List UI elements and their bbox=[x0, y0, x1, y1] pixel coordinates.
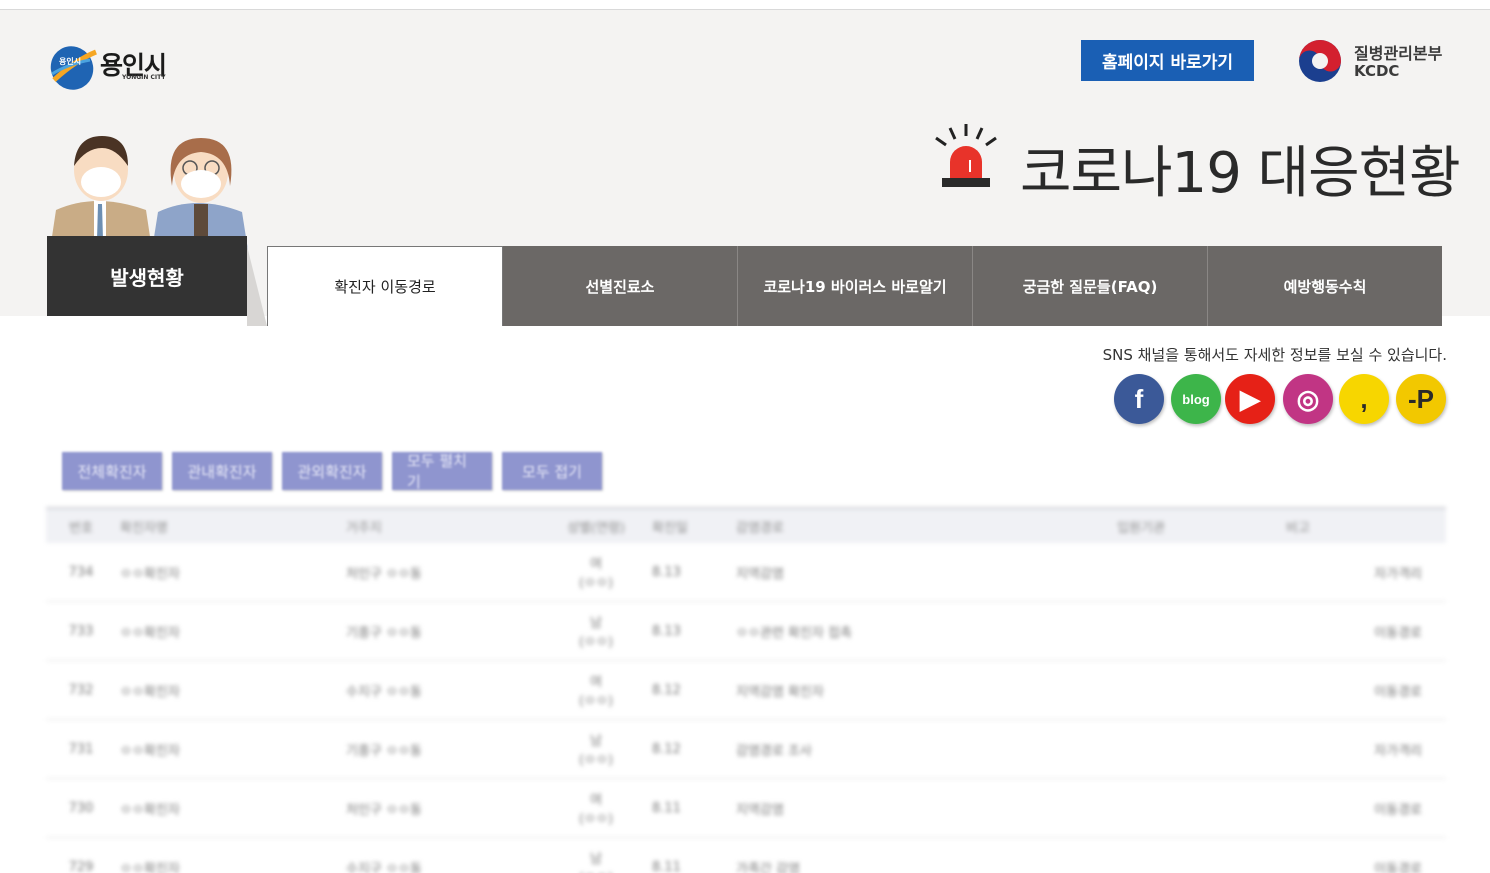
column-header[interactable]: 입원기관 bbox=[1026, 517, 1256, 536]
table-cell: ㅇㅇ확진자 bbox=[120, 684, 180, 700]
filter-button-4[interactable]: 모두 펼치기 bbox=[392, 452, 492, 491]
table-cell: 8.13 bbox=[652, 564, 681, 580]
kakaopage-icon[interactable]: -P bbox=[1396, 374, 1446, 424]
table-cell: 733 bbox=[68, 623, 94, 639]
table-cell: 732 bbox=[68, 682, 94, 698]
column-header[interactable]: 감염경로 bbox=[716, 517, 1026, 536]
table-cell: ㅇㅇ확진자 bbox=[120, 802, 180, 818]
table-cell: 지역감염 bbox=[736, 802, 784, 818]
filter-button-3[interactable]: 관외확진자 bbox=[282, 452, 382, 490]
tab-5[interactable]: 예방행동수칙 bbox=[1208, 246, 1442, 326]
table-row[interactable]: 730 ㅇㅇ확진자 처인구 ㅇㅇ동 여 (ㅇㅇ) 8.11 지역감염 이동경로 bbox=[46, 779, 1446, 838]
tab-4[interactable]: 궁금한 질문들(FAQ) bbox=[973, 246, 1208, 326]
table-cell: 여 (ㅇㅇ) bbox=[578, 557, 614, 591]
confirmed-cases-table: 번호 확진자명 거주지 성별(연령) 확진일 감염경로 입원기관 비고 734 ㅇㅇ확진자 처인구… bbox=[46, 507, 1446, 873]
filter-button-row: 전체확진자 관내확진자 관외확진자 모두 펼치기 모두 접기 bbox=[62, 452, 602, 491]
instagram-glyph: ◎ bbox=[1296, 383, 1320, 414]
kakaostory-glyph: , bbox=[1360, 383, 1368, 414]
browser-top-border bbox=[0, 0, 1490, 10]
facebook-glyph: f bbox=[1134, 383, 1144, 414]
filter-button-5[interactable]: 모두 접기 bbox=[502, 452, 602, 490]
logo-badge-text: 용인시 bbox=[59, 57, 82, 66]
table-cell: 지역감염 bbox=[736, 566, 784, 582]
table-header: 번호 확진자명 거주지 성별(연령) 확진일 감염경로 입원기관 비고 bbox=[46, 507, 1446, 543]
table-cell: 이동경로 bbox=[1374, 861, 1422, 873]
table-cell: 처인구 ㅇㅇ동 bbox=[346, 566, 422, 582]
table-cell: 8.12 bbox=[652, 682, 681, 698]
logo-subtext: YONGIN CITY bbox=[122, 74, 166, 81]
column-header[interactable]: 거주지 bbox=[336, 517, 556, 536]
table-cell: 여 (ㅇㅇ) bbox=[578, 675, 614, 709]
table-cell: 수지구 ㅇㅇ동 bbox=[346, 684, 422, 700]
table-cell: ㅇㅇ확진자 bbox=[120, 625, 180, 641]
table-cell: 기흥구 ㅇㅇ동 bbox=[346, 743, 422, 759]
table-row[interactable]: 733 ㅇㅇ확진자 기흥구 ㅇㅇ동 남 (ㅇㅇ) 8.13 ㅇㅇ관련 확진자 접촉 이동경로 bbox=[46, 602, 1446, 661]
table-cell: ㅇㅇ관련 확진자 접촉 bbox=[736, 625, 852, 641]
masked-people-illustration-icon bbox=[50, 136, 248, 250]
table-cell: 가족간 감염 bbox=[736, 861, 800, 873]
table-cell: ㅇㅇ확진자 bbox=[120, 566, 180, 582]
table-cell: 8.12 bbox=[652, 741, 681, 757]
table-cell: 이동경로 bbox=[1374, 625, 1422, 641]
blog-icon[interactable]: blog bbox=[1171, 374, 1221, 424]
table-cell: 남 (ㅇㅇ) bbox=[578, 734, 614, 768]
column-header[interactable]: 확진일 bbox=[636, 517, 716, 536]
table-cell: 731 bbox=[68, 741, 94, 757]
youtube-icon[interactable]: ▶ bbox=[1225, 374, 1275, 424]
table-row[interactable]: 734 ㅇㅇ확진자 처인구 ㅇㅇ동 여 (ㅇㅇ) 8.13 지역감염 자가격리 bbox=[46, 543, 1446, 602]
taegeuk-emblem-icon bbox=[1299, 40, 1341, 82]
table-cell: 이동경로 bbox=[1374, 684, 1422, 700]
agency-english-name: KCDC bbox=[1354, 62, 1400, 80]
tab-divider-shadow bbox=[247, 246, 267, 326]
table-cell: 자가격리 bbox=[1374, 743, 1422, 759]
kakaopage-glyph: -P bbox=[1408, 383, 1434, 414]
table-cell: 8.13 bbox=[652, 623, 681, 639]
table-cell: 734 bbox=[68, 564, 94, 580]
kakaostory-icon[interactable]: , bbox=[1339, 374, 1389, 424]
table-cell: 남 (ㅇㅇ) bbox=[578, 616, 614, 650]
table-cell: 이동경로 bbox=[1374, 802, 1422, 818]
table-row[interactable]: 731 ㅇㅇ확진자 기흥구 ㅇㅇ동 남 (ㅇㅇ) 8.12 감염경로 조사 자가격리 bbox=[46, 720, 1446, 779]
table-body: 734 ㅇㅇ확진자 처인구 ㅇㅇ동 여 (ㅇㅇ) 8.13 지역감염 자가격리 733 ㅇㅇ확진… bbox=[46, 543, 1446, 873]
table-cell: 8.11 bbox=[652, 859, 681, 873]
tab-3[interactable]: 코로나19 바이러스 바로알기 bbox=[738, 246, 973, 326]
table-cell: 8.11 bbox=[652, 800, 681, 816]
column-header[interactable]: 성별(연령) bbox=[556, 517, 636, 536]
table-cell: 남 (ㅇㅇ) bbox=[579, 852, 613, 873]
table-cell: ㅇㅇ확진자 bbox=[120, 743, 180, 759]
page-title: 코로나19 대응현황 bbox=[1020, 141, 1461, 206]
youtube-glyph: ▶ bbox=[1240, 383, 1260, 414]
filter-button-1[interactable]: 전체확진자 bbox=[62, 452, 162, 490]
table-cell: 기흥구 ㅇㅇ동 bbox=[346, 625, 422, 641]
homepage-button[interactable]: 홈페이지 바로가기 bbox=[1081, 40, 1254, 81]
siren-icon bbox=[935, 124, 997, 187]
sns-notice: SNS 채널을 통해서도 자세한 정보를 보실 수 있습니다. bbox=[1102, 346, 1447, 364]
table-cell: 729 bbox=[68, 859, 94, 873]
table-cell: 수지구 ㅇㅇ동 bbox=[346, 861, 422, 873]
instagram-icon[interactable]: ◎ bbox=[1283, 374, 1333, 424]
tab-1[interactable]: 확진자 이동경로 bbox=[267, 246, 503, 326]
tab-outbreak-status[interactable]: 발생현황 bbox=[47, 236, 247, 316]
table-cell: 처인구 ㅇㅇ동 bbox=[346, 802, 422, 818]
blog-glyph: blog bbox=[1182, 391, 1210, 407]
table-row[interactable]: 732 ㅇㅇ확진자 수지구 ㅇㅇ동 여 (ㅇㅇ) 8.12 지역감염 확진자 이동경로 bbox=[46, 661, 1446, 720]
table-cell: 감염경로 조사 bbox=[736, 743, 812, 759]
filter-button-2[interactable]: 관내확진자 bbox=[172, 452, 272, 490]
column-header[interactable]: 번호 bbox=[46, 517, 116, 536]
sub-navigation: 확진자 이동경로 선별진료소 코로나19 바이러스 바로알기 궁금한 질문들(FAQ)… bbox=[267, 246, 1442, 326]
column-header[interactable]: 확진자명 bbox=[116, 517, 336, 536]
table-cell: 여 (ㅇㅇ) bbox=[578, 793, 614, 827]
table-cell: 자가격리 bbox=[1374, 566, 1422, 582]
table-cell: 지역감염 확진자 bbox=[736, 684, 824, 700]
agency-name: 질병관리본부 bbox=[1354, 44, 1443, 63]
column-header[interactable]: 비고 bbox=[1256, 517, 1446, 536]
table-cell: ㅇㅇ확진자 bbox=[120, 861, 180, 873]
facebook-icon[interactable]: f bbox=[1114, 374, 1164, 424]
site-header: 용인시 용인시 YONGIN CITY 홈페이지 바로가기 질병관리본부 KCD… bbox=[0, 10, 1490, 326]
tab-2[interactable]: 선별진료소 bbox=[503, 246, 738, 326]
table-row[interactable]: 729 ㅇㅇ확진자 수지구 ㅇㅇ동 남 (ㅇㅇ) 8.11 가족간 감염 이동경로 bbox=[46, 838, 1446, 873]
table-cell: 730 bbox=[68, 800, 94, 816]
